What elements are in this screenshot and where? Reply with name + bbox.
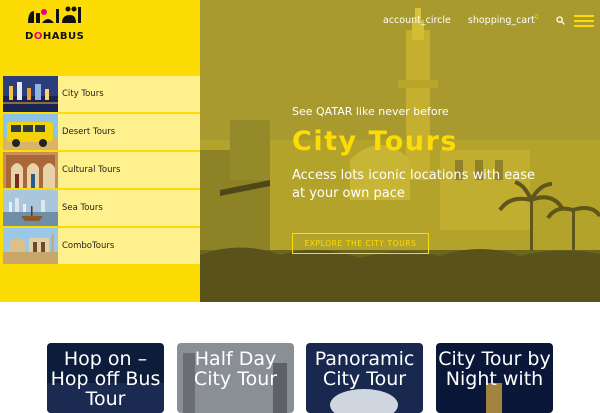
logo-wordmark: DOHABUS [25, 31, 85, 42]
hero-tagline: See QATAR like never before [292, 105, 449, 118]
hero-text-block: See QATAR like never before City Tours A… [292, 105, 582, 203]
sidebar-item-sea-tours[interactable]: Sea Tours [3, 190, 200, 228]
account-link[interactable]: account_circle [383, 15, 451, 26]
sidebar-item-desert-tours[interactable]: Desert Tours [3, 114, 200, 152]
combo-tours-thumbnail [3, 228, 58, 264]
side-panel: DOHABUS City Tours Desert Tours Cultural… [0, 0, 200, 302]
sidebar-item-cultural-tours[interactable]: Cultural Tours [3, 152, 200, 190]
sea-tours-thumbnail [3, 190, 58, 226]
tour-card-hop-on-hop-off[interactable]: Hop on – Hop off Bus Tour [47, 343, 164, 413]
sidebar-item-label: Desert Tours [62, 127, 116, 137]
card-title: Half Day City Tour [193, 348, 278, 390]
tour-cards-section: Hop on – Hop off Bus Tour Half Day City … [0, 302, 600, 413]
search-icon[interactable] [556, 16, 565, 25]
sidebar-item-city-tours[interactable]: City Tours [3, 76, 200, 114]
dohabus-logo[interactable]: DOHABUS [22, 3, 86, 45]
city-tours-thumbnail [3, 76, 58, 112]
sidebar-item-label: City Tours [62, 89, 104, 99]
explore-city-tours-button[interactable]: EXPLORE THE CITY TOURS [292, 233, 429, 254]
tour-category-list: City Tours Desert Tours Cultural Tours S… [3, 76, 200, 266]
top-nav: account_circle shopping_cart0 [383, 14, 539, 26]
sidebar-item-label: ComboTours [62, 241, 115, 251]
sidebar-item-label: Cultural Tours [62, 165, 121, 175]
hero-title: City Tours [292, 126, 458, 157]
arabic-logo-mark [28, 6, 81, 23]
hamburger-menu-icon[interactable] [574, 14, 594, 28]
tour-card-panoramic[interactable]: Panoramic City Tour [306, 343, 423, 413]
hero-description: Access lots iconic locations with ease a… [292, 168, 535, 201]
card-title: City Tour by Night with [438, 348, 551, 390]
cart-link[interactable]: shopping_cart0 [468, 14, 539, 26]
card-title: Panoramic City Tour [314, 348, 415, 390]
tour-card-city-by-night[interactable]: City Tour by Night with [436, 343, 553, 413]
card-title: Hop on – Hop off Bus Tour [50, 348, 161, 410]
sidebar-item-combo-tours[interactable]: ComboTours [3, 228, 200, 266]
sidebar-item-label: Sea Tours [62, 203, 103, 213]
cart-label: shopping_cart [467, 15, 535, 27]
tour-card-half-day[interactable]: Half Day City Tour [177, 343, 294, 413]
desert-tours-thumbnail [3, 114, 58, 150]
cart-count-badge: 0 [534, 14, 539, 21]
cultural-tours-thumbnail [3, 152, 58, 188]
